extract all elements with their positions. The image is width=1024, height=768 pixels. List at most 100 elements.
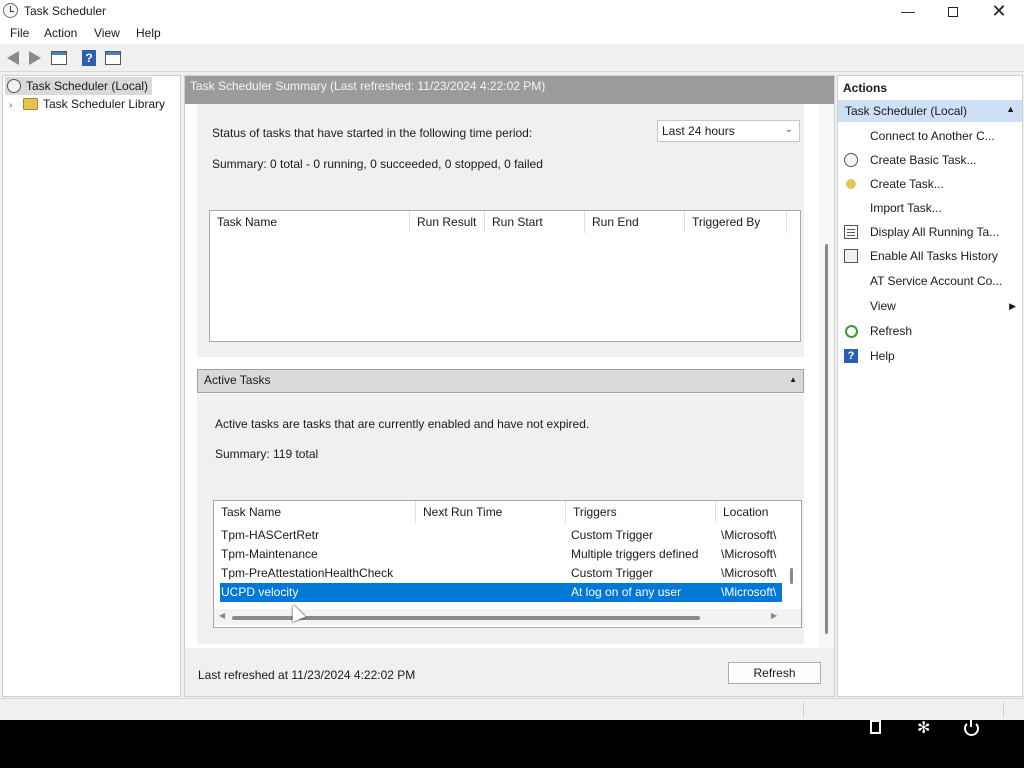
minimize-button[interactable]: — (885, 0, 931, 22)
action-connect-to-another-computer[interactable]: Connect to Another C... (842, 125, 1020, 147)
table-row[interactable]: Tpm-PreAttestationHealthCheck Custom Tri… (220, 564, 782, 583)
cell-task-name: Tpm-HASCertRetr (221, 528, 320, 542)
power-icon[interactable] (962, 719, 982, 736)
menu-bar: File Action View Help (0, 22, 1024, 44)
actions-section-task-scheduler-local[interactable]: Task Scheduler (Local) ▲ (838, 100, 1022, 122)
action-create-basic-task[interactable]: Create Basic Task... (842, 149, 1020, 171)
cell-triggers: Custom Trigger (571, 528, 654, 542)
action-enable-all-tasks-history[interactable]: Enable All Tasks History (842, 245, 1020, 267)
console-tree-icon (51, 51, 67, 65)
status-bar-separator (1003, 702, 1004, 718)
tree-item-task-scheduler-local[interactable]: Task Scheduler (Local) (5, 77, 153, 95)
time-period-dropdown[interactable]: Last 24 hours ⌄ (657, 120, 800, 142)
grid-vertical-scroll-thumb[interactable] (790, 568, 793, 584)
column-location[interactable]: Location (716, 501, 786, 523)
network-glyph (870, 720, 881, 734)
tree-item-label: Task Scheduler (Local) (26, 79, 149, 93)
summary-scroll-thumb[interactable] (825, 244, 828, 634)
active-tasks-summary: Summary: 119 total (215, 447, 319, 461)
column-task-name[interactable]: Task Name (210, 211, 410, 233)
collapse-icon[interactable]: ▲ (1006, 104, 1015, 114)
refresh-button[interactable]: Refresh (728, 662, 821, 684)
help-button[interactable]: ? (80, 49, 98, 67)
chevron-right-icon[interactable]: › (9, 97, 19, 115)
action-label: Import Task... (870, 201, 942, 215)
menu-help[interactable]: Help (136, 26, 161, 40)
table-row[interactable]: Tpm-HASCertRetr Custom Trigger \Microsof… (220, 526, 782, 545)
cell-triggers: Custom Trigger (571, 566, 654, 580)
column-run-start[interactable]: Run Start (485, 211, 585, 233)
cell-location: \Microsoft\ (721, 547, 777, 561)
show-hide-console-tree-button[interactable] (50, 49, 68, 67)
window-title: Task Scheduler (24, 4, 107, 18)
submenu-arrow-icon: ▶ (1009, 301, 1016, 311)
clock-icon (3, 3, 18, 18)
summary-body: Status of tasks that have started in the… (185, 104, 834, 648)
back-button[interactable] (4, 49, 22, 67)
action-create-task[interactable]: Create Task... (842, 173, 1020, 195)
summary-footer: Last refreshed at 11/23/2024 4:22:02 PM … (185, 648, 834, 696)
collapse-icon[interactable]: ▲ (789, 375, 797, 384)
folder-icon (23, 98, 38, 110)
menu-action[interactable]: Action (44, 26, 77, 40)
scroll-left-icon[interactable]: ◀ (219, 611, 225, 620)
column-run-end[interactable]: Run End (585, 211, 685, 233)
action-label: Create Task... (870, 177, 944, 191)
console-tree: Task Scheduler (Local) › Task Scheduler L… (2, 75, 181, 697)
column-run-result[interactable]: Run Result (410, 211, 485, 233)
action-label: Help (870, 349, 895, 363)
status-bar (0, 698, 1024, 720)
active-tasks-title: Active Tasks (204, 373, 271, 387)
column-next-run-time[interactable]: Next Run Time (416, 501, 566, 523)
action-label: Refresh (870, 324, 913, 338)
maximize-icon (948, 7, 958, 17)
time-period-value: Last 24 hours (662, 124, 735, 138)
active-tasks-header[interactable]: Active Tasks ▲ (197, 369, 804, 393)
action-label: View (870, 299, 896, 313)
title-bar: Task Scheduler — ✕ (0, 0, 1024, 22)
chevron-down-icon: ⌄ (784, 124, 793, 135)
table-row[interactable]: Tpm-Maintenance Multiple triggers define… (220, 545, 782, 564)
column-triggers[interactable]: Triggers (566, 501, 716, 523)
accessibility-icon[interactable]: ✻ (914, 720, 934, 737)
refresh-icon (845, 325, 858, 338)
show-hide-action-pane-button[interactable] (104, 49, 122, 67)
running-tasks-icon (844, 225, 858, 239)
cell-location: \Microsoft\ (721, 566, 777, 580)
table-row-selected[interactable]: UCPD velocity At log on of any user \Mic… (220, 583, 782, 602)
scroll-right-icon[interactable]: ▶ (771, 611, 777, 620)
cell-task-name: UCPD velocity (221, 585, 299, 599)
status-summary: Summary: 0 total - 0 running, 0 succeede… (212, 157, 543, 171)
help-icon: ? (844, 349, 858, 363)
summary-vertical-scrollbar[interactable] (819, 104, 834, 648)
help-icon: ? (82, 50, 96, 66)
tree-item-task-scheduler-library[interactable]: › Task Scheduler Library (3, 95, 165, 113)
actions-pane: Actions Task Scheduler (Local) ▲ Connect… (837, 75, 1023, 697)
menu-file[interactable]: File (10, 26, 29, 40)
column-triggered-by[interactable]: Triggered By (685, 211, 787, 233)
action-view[interactable]: View ▶ (842, 295, 1020, 317)
action-label: Enable All Tasks History (870, 249, 998, 263)
column-task-name[interactable]: Task Name (214, 501, 416, 523)
action-refresh[interactable]: Refresh (842, 320, 1020, 342)
close-button[interactable]: ✕ (976, 0, 1022, 22)
action-label: Create Basic Task... (870, 153, 977, 167)
active-tasks-description: Active tasks are tasks that are currentl… (215, 417, 590, 431)
cell-triggers: Multiple triggers defined (571, 547, 699, 561)
action-import-task[interactable]: Import Task... (842, 197, 1020, 219)
status-period-label: Status of tasks that have started in the… (212, 126, 533, 140)
action-help[interactable]: ? Help (842, 345, 1020, 367)
network-icon[interactable] (866, 720, 886, 736)
menu-view[interactable]: View (94, 26, 120, 40)
task-status-section: Status of tasks that have started in the… (197, 104, 804, 357)
action-display-all-running-tasks[interactable]: Display All Running Ta... (842, 221, 1020, 243)
maximize-button[interactable] (930, 0, 976, 22)
status-bar-separator (803, 702, 804, 718)
history-icon (844, 249, 858, 263)
action-at-service-account-config[interactable]: AT Service Account Co... (842, 270, 1020, 292)
forward-button[interactable] (26, 49, 44, 67)
taskbar: ✻ (0, 719, 1024, 768)
action-label: Display All Running Ta... (870, 225, 1000, 239)
task-status-grid[interactable]: Task Name Run Result Run Start Run End T… (209, 210, 801, 342)
action-label: AT Service Account Co... (870, 274, 1003, 288)
